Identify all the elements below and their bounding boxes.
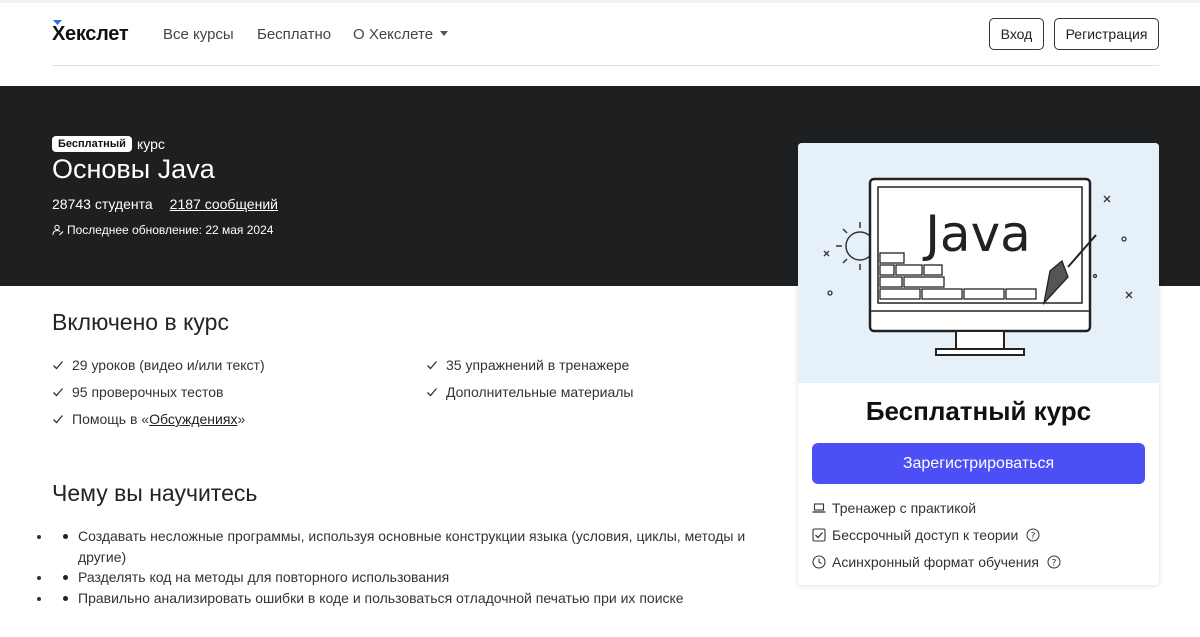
learn-list: Создавать несложные программы, используя…: [52, 526, 762, 608]
signup-button[interactable]: Зарегистрироваться: [812, 443, 1145, 484]
login-button[interactable]: Вход: [989, 18, 1044, 50]
feature-item: Дополнительные материалы: [426, 384, 633, 400]
logo[interactable]: Хекслет: [52, 20, 129, 46]
svg-text:?: ?: [1052, 559, 1057, 569]
logo-text: Хекслет: [52, 23, 129, 45]
list-item: Правильно анализировать ошибки в коде и …: [52, 588, 762, 609]
course-type: Бесплатный курс: [52, 136, 165, 152]
check-icon: [53, 388, 63, 397]
nav-all-courses[interactable]: Все курсы: [163, 26, 234, 43]
price-label: Бесплатный курс: [865, 396, 1092, 426]
course-stats: 28743 студента 2187 сообщений: [52, 196, 278, 212]
course-illustration: Java: [798, 143, 1159, 383]
perk-label: Тренажер с практикой: [832, 500, 977, 516]
clock-icon: [812, 555, 826, 569]
top-strip: [0, 0, 1200, 3]
perk-label: Асинхронный формат обучения: [832, 554, 1039, 570]
checkbox-icon: [812, 528, 826, 542]
question-icon[interactable]: ?: [1047, 555, 1061, 569]
check-icon: [53, 415, 63, 424]
user-edit-icon: [52, 224, 64, 236]
java-illustration-text: Java: [922, 205, 1031, 263]
feature-label: Дополнительные материалы: [446, 384, 634, 400]
feature-label: 95 проверочных тестов: [72, 384, 224, 400]
caret-down-icon: [440, 30, 449, 36]
nav-free[interactable]: Бесплатно: [257, 26, 331, 43]
perk-item: Асинхронный формат обучения ?: [812, 554, 1061, 570]
register-button[interactable]: Регистрация: [1054, 18, 1159, 50]
discussion-link[interactable]: Обсуждениях: [149, 411, 237, 427]
last-updated-text: Последнее обновление: 22 мая 2024: [67, 223, 274, 237]
discussion-prefix: Помощь в «: [72, 411, 150, 427]
list-item: Создавать несложные программы, используя…: [52, 526, 762, 567]
free-badge: Бесплатный: [52, 136, 132, 152]
feature-label: 35 упражнений в тренажере: [446, 357, 630, 373]
list-item: Разделять код на методы для повторного и…: [52, 567, 762, 588]
last-updated: Последнее обновление: 22 мая 2024: [52, 223, 273, 237]
nav-about-dropdown[interactable]: О Хекслете: [353, 26, 449, 43]
messages-link[interactable]: 2187 сообщений: [170, 196, 278, 212]
check-icon: [427, 361, 437, 370]
feature-item: 95 проверочных тестов: [52, 384, 223, 400]
feature-item: 29 уроков (видео и/или текст): [52, 357, 265, 373]
perk-item: Бессрочный доступ к теории ?: [812, 527, 1040, 543]
monitor-illustration: Java: [823, 177, 1133, 356]
feature-item: Помощь в «Обсуждениях»: [52, 411, 245, 427]
check-icon: [427, 388, 437, 397]
feature-item: 35 упражнений в тренажере: [426, 357, 629, 373]
discussion-suffix: »: [237, 411, 246, 427]
feature-label: 29 уроков (видео и/или текст): [72, 357, 265, 373]
course-title: Основы Java: [52, 154, 215, 184]
navbar: Хекслет Все курсы Бесплатно О Хекслете В…: [52, 4, 1159, 66]
course-card: Java Бесплатный курс Зарегистрироваться …: [798, 143, 1159, 585]
students-count: 28743 студента: [52, 196, 153, 212]
learn-title: Чему вы научитесь: [52, 480, 258, 506]
svg-text:?: ?: [1031, 532, 1036, 542]
perk-label: Бессрочный доступ к теории: [832, 527, 1019, 543]
course-type-label: курс: [136, 136, 165, 152]
included-title: Включено в курс: [52, 309, 229, 335]
question-icon[interactable]: ?: [1026, 528, 1040, 542]
perk-item: Тренажер с практикой: [812, 500, 976, 516]
laptop-icon: [812, 503, 826, 513]
nav-about-label: О Хекслете: [353, 26, 434, 43]
check-icon: [53, 361, 63, 370]
